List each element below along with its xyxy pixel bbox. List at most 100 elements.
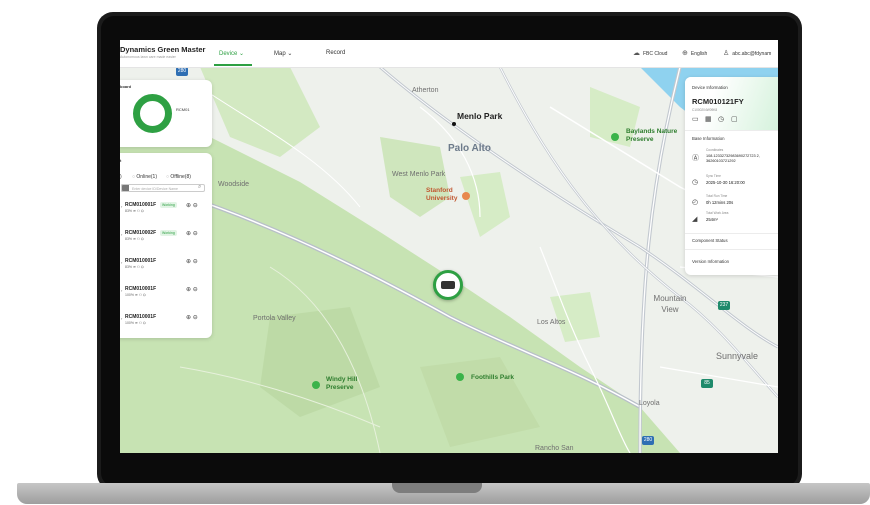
calendar-icon[interactable]: ▦ <box>705 115 712 123</box>
search-icon: ⌕ <box>198 184 202 190</box>
device-meta: 83% ≋ ⚇ ⛭ <box>125 237 144 241</box>
mower-marker[interactable] <box>433 270 463 300</box>
row-actions: ⊕ ⊖ <box>186 230 198 237</box>
row-actions: ⊕ ⊖ <box>186 202 198 209</box>
component-status-title[interactable]: Component Status <box>692 238 728 243</box>
device-list-title: t <box>120 158 122 163</box>
coordinates-icon: Ⓐ <box>692 155 699 162</box>
device-info-panel: Device Information RCM010121FY C1000204W… <box>685 77 778 275</box>
sync-time-value: 2025-10-30 16:20:00 <box>706 180 745 185</box>
highway-shield-237: 237 <box>718 301 730 310</box>
donut-label: RCM01 <box>176 107 190 112</box>
laptop-notch <box>392 483 482 493</box>
user-email: abc.abc@fdynam <box>732 50 772 57</box>
expand-icon: › <box>121 288 123 293</box>
locate-icon[interactable]: ⊕ <box>186 315 191 321</box>
battery-icon[interactable]: ▭ <box>692 115 699 123</box>
expand-icon: › <box>121 232 123 237</box>
row-actions: ⊕ ⊖ <box>186 286 198 293</box>
highway-shield-280-bottom: 280 <box>642 436 654 445</box>
dashboard-title: board <box>120 84 132 89</box>
expand-icon: › <box>121 204 123 209</box>
expand-icon: › <box>121 260 123 265</box>
map-label-loyola: Loyola <box>639 400 660 407</box>
tab-all[interactable]: ) <box>120 174 122 180</box>
divider <box>685 130 778 131</box>
expand-icon: › <box>121 316 123 321</box>
dashboard-panel: board RCM01 <box>120 80 212 147</box>
map-label-atherton: Atherton <box>412 87 439 94</box>
map-label-woodside: Woodside <box>218 181 250 188</box>
brand-subtitle: Autonomous lawn care made easier <box>120 55 176 59</box>
app-screen: Dynamics Green Master Autonomous lawn ca… <box>120 40 778 453</box>
area-icon: ◢ <box>692 216 698 223</box>
locate-icon[interactable]: ⊕ <box>186 287 191 293</box>
more-icon[interactable]: ⊖ <box>193 287 198 293</box>
user-menu[interactable]: ♙ abc.abc@fdynam <box>723 50 771 57</box>
row-actions: ⊕ ⊖ <box>186 314 198 321</box>
map-pin-windy-hill <box>312 381 320 389</box>
nav-device[interactable]: Device ⌄ <box>219 50 244 57</box>
tab-online-label: Online(1) <box>136 174 157 180</box>
more-icon[interactable]: ⊖ <box>193 315 198 321</box>
more-icon[interactable]: ⊖ <box>193 259 198 265</box>
language-selector[interactable]: ⊕ English <box>682 50 707 57</box>
run-time-label: Total Run Time <box>706 194 728 198</box>
device-search-input[interactable]: Enter device ID/Device Name <box>121 184 205 192</box>
row-actions: ⊕ ⊖ <box>186 258 198 265</box>
map-label-foothills: Foothills Park <box>471 374 514 381</box>
locate-icon[interactable]: ⊕ <box>186 203 191 209</box>
message-icon[interactable]: ▢ <box>731 115 738 123</box>
device-name: RCM010001F <box>125 258 157 264</box>
device-row[interactable]: › RCM010002F Working 83% ≋ ⚇ ⛭ ⊕ ⊖ <box>120 230 210 250</box>
cloud-selector[interactable]: ☁ FBC Cloud <box>633 50 667 57</box>
status-donut-chart <box>133 94 172 133</box>
language-label: English <box>690 50 708 57</box>
map-label-rancho-san: Rancho San <box>535 445 574 452</box>
divider <box>685 233 778 234</box>
device-row[interactable]: › RCM010001F Working 83% ≋ ⚇ ⛭ ⊕ ⊖ <box>120 202 210 222</box>
device-meta: 100% ≋ ⚇ ⛭ <box>125 321 146 325</box>
timer-icon: ◴ <box>692 199 699 206</box>
device-row[interactable]: › RCM010001F 100% ≋ ⚇ ⛭ ⊕ ⊖ <box>120 286 210 306</box>
more-icon[interactable]: ⊖ <box>193 203 198 209</box>
map-label-baylands: Baylands Nature Preserve <box>626 128 678 143</box>
top-header: Dynamics Green Master Autonomous lawn ca… <box>120 40 778 68</box>
device-row[interactable]: › RCM010001F 83% ≋ ⚇ ⛭ ⊕ ⊖ <box>120 258 210 278</box>
highway-shield-85: 85 <box>701 379 713 388</box>
status-badge: Working <box>160 230 177 236</box>
work-area-value: 254m² <box>706 217 718 222</box>
device-row[interactable]: › RCM010001F 100% ≋ ⚇ ⛭ ⊕ ⊖ <box>120 314 210 334</box>
nav-record[interactable]: Record <box>326 50 345 56</box>
nav-active-underline <box>214 64 252 66</box>
map-label-menlo-park: Menlo Park <box>457 111 503 121</box>
divider <box>685 249 778 250</box>
map-pin-baylands <box>611 133 619 141</box>
work-area-label: Total Work Area <box>706 211 729 215</box>
tab-offline-label: Offline(8) <box>170 174 191 180</box>
map-canvas <box>120 67 778 453</box>
map-pin-menlo-park <box>452 122 456 126</box>
locate-icon[interactable]: ⊕ <box>186 259 191 265</box>
locate-icon[interactable]: ⊕ <box>186 231 191 237</box>
device-serial: C1000204W09K8 <box>692 108 718 112</box>
globe-icon: ⊕ <box>682 50 688 57</box>
map-label-mountain-view: Mountain View <box>653 294 687 314</box>
brand-title: Dynamics Green Master <box>120 45 206 54</box>
map-view[interactable]: Menlo Park Palo Alto Atherton West Menlo… <box>120 67 778 453</box>
tab-offline[interactable]: ○ Offline(8) <box>166 174 191 180</box>
map-pin-foothills <box>456 373 464 381</box>
map-label-portola-valley: Portola Valley <box>253 315 296 322</box>
more-icon[interactable]: ⊖ <box>193 231 198 237</box>
coordinates-label: Coordinates <box>706 148 724 152</box>
device-id: RCM010121FY <box>692 97 744 106</box>
base-info-title: Base Information <box>692 136 725 141</box>
version-info-title[interactable]: Version Information <box>692 259 729 264</box>
nav-map[interactable]: Map ⌄ <box>274 50 292 57</box>
run-time-value: 0h 12mins 20s <box>706 200 734 205</box>
map-label-windy-hill: Windy Hill Preserve <box>326 376 358 391</box>
history-icon[interactable]: ◷ <box>718 115 724 123</box>
tab-online[interactable]: ○ Online(1) <box>132 174 157 180</box>
coordinates-value: 108.12332732983690272723 2, 362601037212… <box>706 154 760 163</box>
map-pin-stanford <box>462 192 470 200</box>
